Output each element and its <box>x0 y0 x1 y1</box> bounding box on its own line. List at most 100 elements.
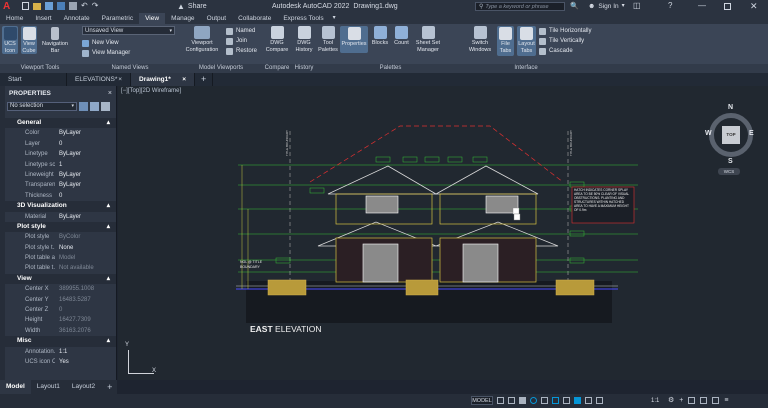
property-value[interactable]: ByLayer <box>55 128 116 138</box>
layout-tab-layout1[interactable]: Layout1 <box>31 380 66 394</box>
undo-icon[interactable]: ↶ <box>81 2 88 10</box>
tab-manage[interactable]: Manage <box>165 13 201 24</box>
property-value[interactable]: 0 <box>55 191 116 201</box>
saveas-icon[interactable] <box>57 2 65 10</box>
isolate-objects-icon[interactable] <box>688 397 696 404</box>
dwg-history-button[interactable]: DWG History <box>292 26 316 53</box>
file-tab-elevations[interactable]: ELEVATIONS* × <box>67 73 131 86</box>
property-row[interactable]: Width 36163.2076 <box>5 326 116 336</box>
quick-select-icon[interactable] <box>79 101 88 111</box>
property-row[interactable]: Height 16427.7309 <box>5 315 116 325</box>
ribbon-options-icon[interactable]: ▾ <box>330 13 336 24</box>
property-value[interactable]: ByLayer <box>55 180 116 190</box>
file-tab-start[interactable]: Start <box>0 73 67 86</box>
property-row[interactable]: Layer 0 <box>5 139 116 149</box>
property-row[interactable]: Thickness 0 <box>5 191 116 201</box>
ucs-icon-button[interactable]: UCS Icon <box>2 26 18 54</box>
tile-horizontally-button[interactable]: Tile Horizontally <box>539 26 591 36</box>
cascade-button[interactable]: Cascade <box>539 46 591 56</box>
collapse-icon[interactable]: ▴ <box>107 222 110 232</box>
property-value[interactable]: ByLayer <box>55 149 116 159</box>
interface-title[interactable]: Interface <box>466 64 586 73</box>
properties-button[interactable]: Properties <box>340 26 368 53</box>
navigation-bar-button[interactable]: Navigation Bar <box>40 26 70 54</box>
property-row[interactable]: Plot table t...Not available <box>5 263 116 273</box>
ortho-icon[interactable] <box>519 397 526 404</box>
gear-icon[interactable]: ⚙ <box>668 397 674 404</box>
property-row[interactable]: Center Y 16483.5287 <box>5 295 116 305</box>
plus-icon[interactable]: + <box>679 397 683 404</box>
compass-north[interactable]: N <box>728 104 733 111</box>
wcs-menu[interactable]: WCS <box>718 168 740 175</box>
grid-icon[interactable] <box>497 397 504 404</box>
collapse-icon[interactable]: ▴ <box>107 201 110 211</box>
tab-annotate[interactable]: Annotate <box>58 13 96 24</box>
property-row[interactable]: Material ByLayer <box>5 212 116 222</box>
palettes-title[interactable]: Palettes <box>318 64 463 73</box>
property-value[interactable]: Yes <box>55 357 116 367</box>
maximize-icon[interactable] <box>724 3 731 10</box>
property-row[interactable]: Color ByLayer <box>5 128 116 138</box>
snap-icon[interactable] <box>508 397 515 404</box>
property-value[interactable]: 16483.5287 <box>55 295 116 305</box>
property-row[interactable]: TransparencyByLayer <box>5 180 116 190</box>
property-section-header[interactable]: General ▴ <box>5 118 116 129</box>
autocad-logo-icon[interactable]: A <box>3 1 14 12</box>
property-row[interactable]: Plot style ByColor <box>5 232 116 242</box>
layout-tabs-button[interactable]: Layout Tabs <box>517 26 536 56</box>
property-value[interactable]: 36163.2076 <box>55 326 116 336</box>
compass-east[interactable]: E <box>749 130 754 137</box>
collapse-icon[interactable]: ▴ <box>107 118 110 128</box>
new-icon[interactable] <box>22 2 29 10</box>
tab-collaborate[interactable]: Collaborate <box>232 13 277 24</box>
annotation-scale[interactable]: 1:1 <box>651 396 659 406</box>
property-row[interactable]: Lineweight ByLayer <box>5 170 116 180</box>
tab-parametric[interactable]: Parametric <box>96 13 139 24</box>
property-value[interactable]: ByColor <box>55 232 116 242</box>
property-value[interactable]: 1 <box>55 160 116 170</box>
tab-express-tools[interactable]: Express Tools <box>277 13 329 24</box>
property-section-header[interactable]: Misc ▴ <box>5 336 116 347</box>
tab-output[interactable]: Output <box>201 13 233 24</box>
property-value[interactable]: Model <box>55 253 116 263</box>
model-space-button[interactable]: MODEL <box>471 396 493 405</box>
hardware-acceleration-icon[interactable] <box>700 397 708 404</box>
property-section-header[interactable]: View ▴ <box>5 273 116 285</box>
close-icon[interactable]: ✕ <box>750 0 758 12</box>
view-manager-button[interactable]: View Manager <box>82 48 175 58</box>
property-row[interactable]: Annotation...1:1 <box>5 347 116 357</box>
redo-icon[interactable]: ↷ <box>92 2 99 10</box>
property-row[interactable]: Linetype sc...1 <box>5 160 116 170</box>
selection-dropdown[interactable]: No selection ▾ <box>7 101 77 111</box>
named-viewports-button[interactable]: Named <box>226 26 257 36</box>
collapse-icon[interactable]: ▴ <box>107 336 110 346</box>
property-value[interactable]: 0 <box>55 139 116 149</box>
add-layout-button[interactable]: + <box>101 380 118 394</box>
tile-vertically-button[interactable]: Tile Vertically <box>539 36 591 46</box>
new-tab-button[interactable]: + <box>195 73 214 86</box>
property-value[interactable]: 0 <box>55 305 116 315</box>
viewcube-top-face[interactable]: TOP <box>722 126 740 144</box>
select-objects-icon[interactable] <box>90 101 99 111</box>
count-button[interactable]: Count <box>392 26 411 53</box>
save-icon[interactable] <box>45 2 53 10</box>
selection-cycling-icon[interactable] <box>585 397 592 404</box>
property-value[interactable]: Not available <box>55 263 116 273</box>
file-tab-drawing1[interactable]: Drawing1* × <box>131 73 195 86</box>
customization-icon[interactable]: ≡ <box>724 397 728 404</box>
tab-home[interactable]: Home <box>0 13 29 24</box>
compass-west[interactable]: W <box>705 130 712 137</box>
property-section-header[interactable]: 3D Visualization ▴ <box>5 201 116 212</box>
lineweight-icon[interactable] <box>563 397 570 404</box>
named-view-dropdown[interactable]: Unsaved View ▾ <box>82 26 175 35</box>
viewport-configuration-button[interactable]: Viewport Configuration <box>182 26 222 56</box>
view-cube[interactable]: TOP N S W E WCS <box>705 104 756 176</box>
viewport-tools-title[interactable]: Viewport Tools <box>0 64 80 73</box>
cart-icon[interactable]: ◫ <box>633 1 641 10</box>
property-row[interactable]: Center X 389955.1008 <box>5 284 116 294</box>
property-row[interactable]: Linetype ByLayer <box>5 149 116 159</box>
sheet-set-manager-button[interactable]: Sheet Set Manager <box>413 26 443 53</box>
property-value[interactable]: None <box>55 243 116 253</box>
restore-button[interactable]: Restore <box>226 46 257 56</box>
sign-in-button[interactable]: ☻ Sign In ▾ <box>588 0 625 13</box>
